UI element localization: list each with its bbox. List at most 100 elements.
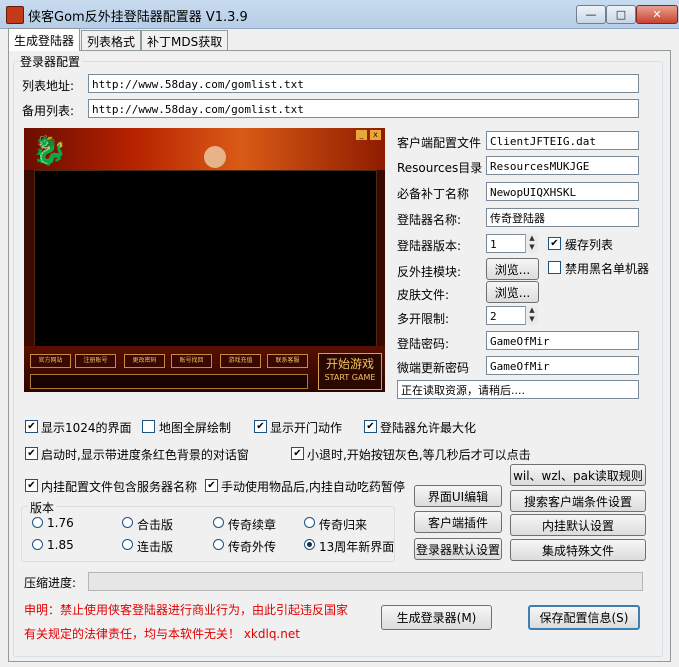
preview-button: 更改密码: [124, 354, 165, 368]
compress-progress-label: 压缩进度:: [24, 576, 77, 590]
version-radio-13th[interactable]: [304, 539, 315, 550]
login-password-input[interactable]: GameOfMir: [486, 331, 639, 350]
version-option-label: 13周年新界面: [319, 540, 395, 554]
status-display: 正在读取资源，请稍后....: [397, 380, 639, 399]
allow-maximize-checkbox[interactable]: ✔: [364, 420, 377, 433]
minimize-button[interactable]: —: [576, 5, 606, 24]
skin-browse-button[interactable]: 浏览...: [486, 281, 539, 303]
version-group-title: 版本: [28, 499, 57, 516]
multi-limit-value: 2: [490, 310, 497, 323]
preview-button: 账号找回: [171, 354, 212, 368]
version-option-label: 传奇外传: [228, 540, 277, 554]
preview-close-icon: x: [370, 130, 381, 140]
version-radio-chain[interactable]: [122, 539, 133, 550]
list-address-label: 列表地址:: [22, 79, 75, 93]
preview-button: 联系客服: [267, 354, 308, 368]
update-password-input[interactable]: GameOfMir: [486, 356, 639, 375]
preview-button: 注册账号: [75, 354, 116, 368]
version-option-label: 连击版: [137, 540, 174, 554]
anti-cheat-browse-button[interactable]: 浏览...: [486, 258, 539, 280]
preview-status-bar: [30, 374, 308, 389]
preview-button: 游戏充值: [220, 354, 261, 368]
auto-potion-pause-label: 手动使用物品后,内挂自动吃药暂停: [221, 480, 405, 494]
wil-rules-button[interactable]: wil、wzl、pak读取规则: [510, 464, 646, 486]
window-title: 侠客Gom反外挂登陆器配置器 V1.3.9: [28, 10, 248, 25]
blacklist-checkbox[interactable]: [548, 261, 561, 274]
version-radio-return[interactable]: [304, 517, 315, 528]
client-plugin-button[interactable]: 客户端插件: [414, 511, 502, 533]
show-1024-label: 显示1024的界面: [41, 421, 132, 435]
launcher-name-input[interactable]: 传奇登陆器: [486, 208, 639, 227]
tab-generate-launcher[interactable]: 生成登陆器: [8, 28, 81, 51]
disclaimer-line2: 有关规定的法律责任，均与本软件无关！ xkdlq.net: [24, 627, 300, 641]
save-config-button[interactable]: 保存配置信息(S): [528, 605, 640, 630]
launcher-name-label: 登陆器名称:: [397, 213, 462, 227]
patch-name-input[interactable]: NewopUIQXHSKL: [486, 182, 639, 201]
version-radio-gaiden[interactable]: [213, 539, 224, 550]
preview-banner: 🐉 _ x: [24, 128, 385, 170]
show-1024-checkbox[interactable]: ✔: [25, 420, 38, 433]
multi-limit-spinner[interactable]: ▲ ▼: [525, 306, 538, 325]
version-option-label: 传奇归来: [319, 518, 368, 532]
launcher-config-title: 登录器配置: [18, 53, 83, 70]
door-animation-label: 显示开门动作: [270, 421, 343, 435]
login-password-label: 登陆密码:: [397, 337, 450, 351]
cache-list-label: 缓存列表: [565, 238, 614, 252]
ui-edit-button[interactable]: 界面UI编辑: [414, 485, 502, 507]
preview-start-sublabel: START GAME: [324, 373, 376, 382]
logout-grey-checkbox[interactable]: ✔: [291, 447, 304, 460]
version-radio-combo[interactable]: [122, 517, 133, 528]
preview-minimize-icon: _: [356, 130, 367, 140]
app-icon: [6, 6, 24, 24]
plugin-server-name-checkbox[interactable]: ✔: [25, 479, 38, 492]
startup-dialog-label: 启动时,显示带进度条红色背景的对话窗: [41, 448, 249, 462]
anti-cheat-label: 反外挂模块:: [397, 265, 462, 279]
plugin-server-name-label: 内挂配置文件包含服务器名称: [41, 480, 198, 494]
cache-list-checkbox[interactable]: ✔: [548, 237, 561, 250]
search-client-button[interactable]: 搜索客户端条件设置: [510, 490, 646, 512]
compress-progress-bar: [88, 572, 643, 591]
backup-list-input[interactable]: http://www.58day.com/gomlist.txt: [88, 99, 639, 118]
client-config-input[interactable]: ClientJFTEIG.dat: [486, 131, 639, 150]
auto-potion-pause-checkbox[interactable]: ✔: [205, 479, 218, 492]
launcher-preview: 🐉 _ x 官方网站 注册账号 更改密码 账号找回 游戏充值 联系客服 开始游戏…: [24, 128, 385, 392]
version-spinner[interactable]: ▲ ▼: [525, 234, 538, 253]
client-config-label: 客户端配置文件: [397, 136, 482, 150]
skin-file-label: 皮肤文件:: [397, 288, 450, 302]
backup-list-label: 备用列表:: [22, 104, 75, 118]
version-radio-sequel[interactable]: [213, 517, 224, 528]
character-portrait: [204, 146, 226, 168]
tab-patch-mds[interactable]: 补丁MDS获取: [141, 30, 229, 51]
version-radio-176[interactable]: [32, 517, 43, 528]
version-option-label: 1.76: [47, 516, 74, 530]
logout-grey-label: 小退时,开始按钮灰色,等几秒后才可以点击: [307, 448, 531, 462]
preview-bottom-bar: 官方网站 注册账号 更改密码 账号找回 游戏充值 联系客服 开始游戏 START…: [24, 346, 385, 392]
dragon-emblem-icon: 🐉: [32, 134, 67, 167]
launcher-version-value: 1: [490, 238, 497, 251]
version-option-label: 1.85: [47, 538, 74, 552]
close-button[interactable]: ✕: [636, 5, 678, 24]
version-radio-185[interactable]: [32, 539, 43, 550]
multi-limit-label: 多开限制:: [397, 312, 450, 326]
startup-dialog-checkbox[interactable]: ✔: [25, 447, 38, 460]
tab-list-format[interactable]: 列表格式: [81, 30, 142, 51]
preview-start-label: 开始游戏: [325, 357, 374, 371]
maximize-button[interactable]: □: [606, 5, 636, 24]
generate-launcher-button[interactable]: 生成登录器(M): [381, 605, 492, 630]
list-address-input[interactable]: http://www.58day.com/gomlist.txt: [88, 74, 639, 93]
special-files-button[interactable]: 集成特殊文件: [510, 539, 646, 561]
launcher-default-button[interactable]: 登录器默认设置: [414, 538, 502, 560]
inner-default-button[interactable]: 内挂默认设置: [510, 514, 646, 536]
launcher-version-label: 登陆器版本:: [397, 239, 462, 253]
preview-screen: [34, 170, 377, 348]
blacklist-label: 禁用黑名单机器: [565, 262, 650, 276]
version-option-label: 合击版: [137, 518, 174, 532]
allow-maximize-label: 登陆器允许最大化: [380, 421, 477, 435]
fullscreen-map-checkbox[interactable]: [142, 420, 155, 433]
resources-input[interactable]: ResourcesMUKJGE: [486, 156, 639, 175]
title-bar[interactable]: 侠客Gom反外挂登陆器配置器 V1.3.9 — □ ✕: [0, 0, 679, 29]
fullscreen-map-label: 地图全屏绘制: [159, 421, 232, 435]
version-option-label: 传奇续章: [228, 518, 277, 532]
door-animation-checkbox[interactable]: ✔: [254, 420, 267, 433]
resources-label: Resources目录: [397, 161, 483, 175]
